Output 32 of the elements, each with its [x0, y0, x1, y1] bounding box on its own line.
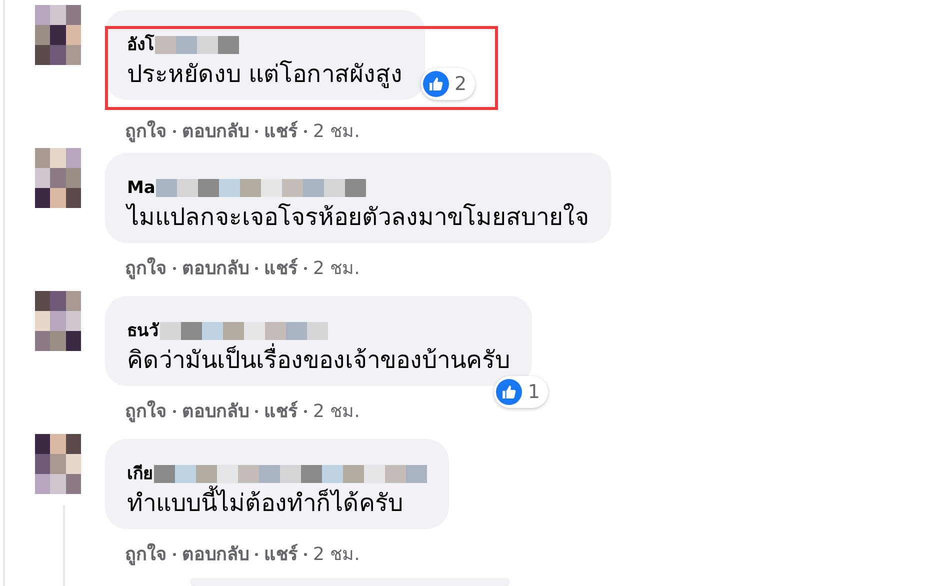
avatar-placeholder [35, 434, 81, 494]
action-link[interactable]: ถูกใจ [125, 541, 167, 568]
avatar-placeholder [35, 5, 81, 65]
action-link[interactable]: แชร์ [264, 118, 298, 145]
timestamp[interactable]: 2 ชม. [313, 398, 360, 425]
timestamp[interactable]: 2 ชม. [313, 541, 360, 568]
like-icon [422, 70, 449, 97]
comment-text: ไมแปลกจะเจอโจรห้อยตัวลงมาขโมยสบายใจ [127, 202, 589, 233]
action-link[interactable]: ถูกใจ [125, 398, 167, 425]
avatar-placeholder [35, 148, 81, 208]
avatar-placeholder [35, 291, 81, 351]
reaction-badge[interactable]: 1 [494, 376, 548, 408]
action-link[interactable]: แชร์ [264, 255, 298, 282]
action-link[interactable]: ตอบกลับ [182, 398, 249, 425]
author-name[interactable]: อังโ [127, 34, 154, 56]
action-link[interactable]: ตอบกลับ [182, 255, 249, 282]
timestamp[interactable]: 2 ชม. [313, 118, 360, 145]
author-name[interactable]: Ma [127, 177, 156, 199]
action-link[interactable]: แชร์ [264, 398, 298, 425]
timestamp[interactable]: 2 ชม. [313, 255, 360, 282]
author-name[interactable]: เกีย [127, 463, 153, 485]
action-link[interactable]: ถูกใจ [125, 118, 167, 145]
action-link[interactable]: ตอบกลับ [182, 118, 249, 145]
comment-text: คิดว่ามันเป็นเรื่องของเจ้าของบ้านครับ [127, 342, 510, 378]
author-name[interactable]: ธนวั [127, 320, 159, 342]
reaction-badge[interactable]: 2 [420, 68, 475, 100]
like-icon [496, 378, 522, 405]
action-link[interactable]: ตอบกลับ [182, 541, 249, 568]
action-link[interactable]: แชร์ [264, 541, 298, 568]
comment-text: ประหยัดงบ แต่โอกาสผังสูง [127, 59, 403, 90]
comment-text: ทำแบบนี้ไม่ต้องทำก็ได้ครับ [127, 485, 427, 521]
action-link[interactable]: ถูกใจ [125, 255, 167, 282]
